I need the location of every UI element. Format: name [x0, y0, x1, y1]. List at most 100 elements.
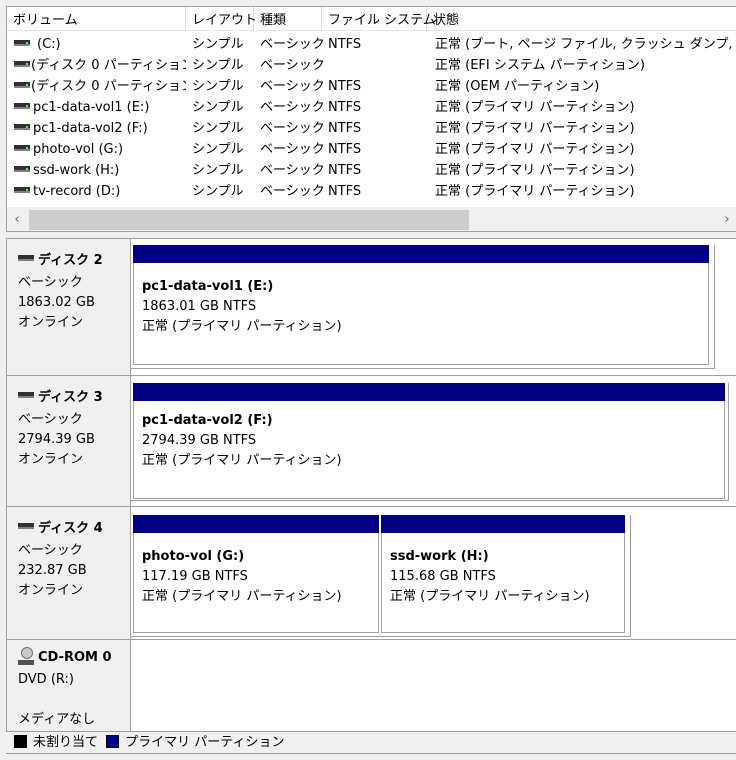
volume-type: ベーシック [260, 121, 325, 136]
partition-color-bar [133, 515, 379, 533]
pane-splitter[interactable] [0, 232, 736, 237]
volume-icon [14, 82, 30, 88]
volume-layout: シンプル [192, 58, 244, 73]
disk-info[interactable]: ディスク 2 ベーシック 1863.02 GB オンライン [7, 239, 131, 375]
horizontal-scrollbar[interactable]: ‹ › [7, 207, 736, 231]
volume-status: 正常 (EFI システム パーティション) [435, 58, 645, 73]
partition-name: pc1-data-vol1 (E:) [142, 279, 274, 294]
volume-layout: シンプル [192, 79, 244, 94]
scrollbar-thumb[interactable] [29, 210, 469, 230]
disk-map: ディスク 2 ベーシック 1863.02 GB オンライン pc1-data-v… [6, 238, 736, 754]
disk-icon [18, 255, 34, 261]
volume-row[interactable]: (ディスク 0 パーティション 5) シンプル ベーシック NTFS 正常 (O… [7, 76, 736, 97]
volume-name: (ディスク 0 パーティション 5) [31, 79, 186, 94]
volume-icon [14, 103, 30, 109]
disk-layout: photo-vol (G:) 117.19 GB NTFS 正常 (プライマリ … [131, 515, 631, 637]
partition-size: 115.68 GB NTFS [390, 569, 496, 584]
partition-color-bar [381, 515, 625, 533]
volume-layout: シンプル [192, 121, 244, 136]
volume-status: 正常 (プライマリ パーティション) [435, 100, 635, 115]
disk-type: ベーシック [18, 412, 83, 427]
disk-state: オンライン [18, 315, 84, 330]
cdrom-media-status: メディアなし [18, 712, 96, 727]
disk-state: オンライン [18, 583, 84, 598]
volume-row[interactable]: ssd-work (H:) シンプル ベーシック NTFS 正常 (プライマリ … [7, 160, 736, 181]
volume-icon [14, 124, 30, 130]
partition-size: 1863.01 GB NTFS [142, 299, 257, 314]
partition-block[interactable]: pc1-data-vol1 (E:) 1863.01 GB NTFS 正常 (プ… [133, 245, 709, 365]
volume-row[interactable]: pc1-data-vol1 (E:) シンプル ベーシック NTFS 正常 (プ… [7, 97, 736, 118]
legend-unallocated: 未割り当て [14, 732, 98, 753]
partition-status: 正常 (プライマリ パーティション) [142, 589, 342, 604]
volume-name: pc1-data-vol1 (E:) [33, 100, 150, 115]
volume-row[interactable]: photo-vol (G:) シンプル ベーシック NTFS 正常 (プライマリ… [7, 139, 736, 160]
volume-status: 正常 (プライマリ パーティション) [435, 184, 635, 199]
scroll-left-arrow-icon[interactable]: ‹ [7, 208, 27, 231]
disk-name: ディスク 3 [38, 390, 103, 405]
volume-status: 正常 (プライマリ パーティション) [435, 163, 635, 178]
partition-size: 2794.39 GB NTFS [142, 433, 257, 448]
cdrom-name: CD-ROM 0 [38, 650, 112, 665]
column-header-layout[interactable]: レイアウト [186, 7, 257, 31]
cdrom-row: CD-ROM 0 DVD (R:) メディアなし [7, 640, 736, 732]
volume-name: (ディスク 0 パーティション 2) [31, 58, 186, 73]
disk-name: ディスク 4 [38, 521, 103, 536]
disk-row: ディスク 3 ベーシック 2794.39 GB オンライン pc1-data-v… [7, 376, 736, 506]
column-header-volume[interactable]: ボリューム [7, 7, 186, 31]
disk-info[interactable]: ディスク 4 ベーシック 232.87 GB オンライン [7, 507, 131, 639]
disk-state: オンライン [18, 452, 84, 467]
volume-row[interactable]: pc1-data-vol2 (F:) シンプル ベーシック NTFS 正常 (プ… [7, 118, 736, 139]
disk-info[interactable]: ディスク 3 ベーシック 2794.39 GB オンライン [7, 376, 131, 506]
volume-status: 正常 (ブート, ページ ファイル, クラッシュ ダンプ, プライマ [435, 37, 735, 52]
legend-unallocated-label: 未割り当て [33, 735, 99, 750]
volume-icon [14, 40, 30, 46]
partition-size: 117.19 GB NTFS [142, 569, 248, 584]
volume-fs: NTFS [328, 142, 362, 157]
partition-status: 正常 (プライマリ パーティション) [390, 589, 590, 604]
partition-status: 正常 (プライマリ パーティション) [142, 319, 342, 334]
disk-type: ベーシック [18, 543, 83, 558]
legend: 未割り当て プライマリ パーティション [6, 731, 736, 753]
volume-layout: シンプル [192, 100, 244, 115]
cd-drive-icon [18, 647, 34, 665]
volume-name: ssd-work (H:) [33, 163, 120, 178]
partition-name: pc1-data-vol2 (F:) [142, 413, 273, 428]
volume-type: ベーシック [260, 58, 325, 73]
volume-type: ベーシック [260, 142, 325, 157]
volume-row[interactable]: tv-record (D:) シンプル ベーシック NTFS 正常 (プライマリ… [7, 181, 736, 202]
partition-block[interactable]: ssd-work (H:) 115.68 GB NTFS 正常 (プライマリ パ… [381, 515, 625, 633]
partition-block[interactable]: pc1-data-vol2 (F:) 2794.39 GB NTFS 正常 (プ… [133, 383, 725, 499]
disk-row: ディスク 2 ベーシック 1863.02 GB オンライン pc1-data-v… [7, 239, 736, 375]
volume-layout: シンプル [192, 142, 244, 157]
volume-fs: NTFS [328, 100, 362, 115]
disk-icon [18, 392, 34, 398]
column-header-filesystem[interactable]: ファイル システム [322, 7, 436, 31]
volume-fs: NTFS [328, 121, 362, 136]
volume-row[interactable]: (ディスク 0 パーティション 2) シンプル ベーシック 正常 (EFI シス… [7, 55, 736, 76]
volume-list[interactable]: ボリューム レイアウト 種類 ファイル システム 状態 (C:) シンプル ベー… [6, 6, 736, 232]
volume-icon [14, 61, 30, 67]
column-header-type[interactable]: 種類 [254, 7, 322, 31]
volume-type: ベーシック [260, 79, 325, 94]
volume-row[interactable]: (C:) シンプル ベーシック NTFS 正常 (ブート, ページ ファイル, … [7, 34, 736, 55]
volume-fs: NTFS [328, 37, 362, 52]
disk-size: 232.87 GB [18, 563, 87, 578]
disk-layout: pc1-data-vol2 (F:) 2794.39 GB NTFS 正常 (プ… [131, 383, 729, 501]
scroll-right-arrow-icon[interactable]: › [717, 208, 736, 231]
partition-name: photo-vol (G:) [142, 549, 245, 564]
legend-primary: プライマリ パーティション [106, 732, 285, 753]
partition-block[interactable]: photo-vol (G:) 117.19 GB NTFS 正常 (プライマリ … [133, 515, 379, 633]
partition-body: ssd-work (H:) 115.68 GB NTFS 正常 (プライマリ パ… [381, 533, 625, 633]
volume-type: ベーシック [260, 184, 325, 199]
cdrom-info[interactable]: CD-ROM 0 DVD (R:) メディアなし [7, 640, 131, 732]
volume-list-header: ボリューム レイアウト 種類 ファイル システム 状態 [7, 7, 736, 31]
volume-status: 正常 (OEM パーティション) [435, 79, 600, 94]
volume-status: 正常 (プライマリ パーティション) [435, 121, 635, 136]
unallocated-swatch-icon [14, 735, 27, 748]
volume-name: photo-vol (G:) [33, 142, 124, 157]
volume-icon [14, 187, 30, 193]
disk-icon [18, 523, 34, 529]
volume-layout: シンプル [192, 163, 244, 178]
volume-type: ベーシック [260, 37, 325, 52]
column-header-status[interactable]: 状態 [427, 7, 736, 31]
